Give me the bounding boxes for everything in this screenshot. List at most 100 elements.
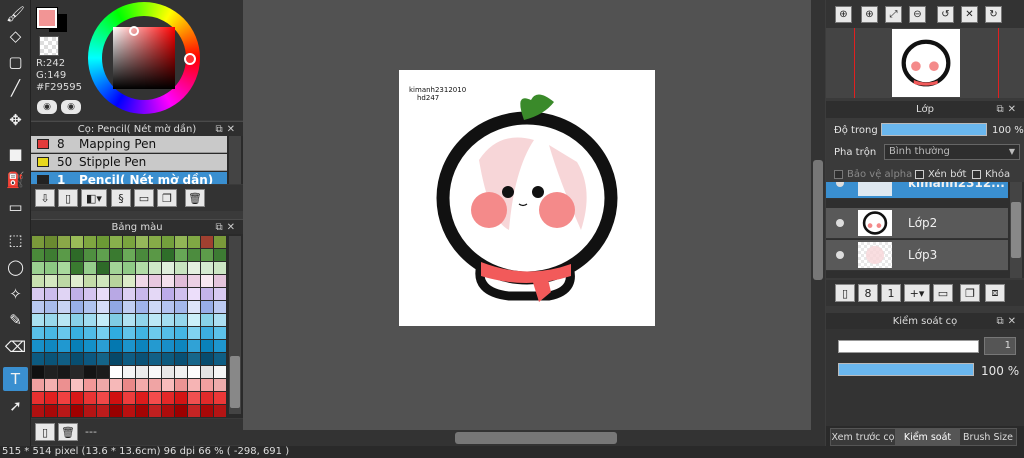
palette-swatch[interactable] [200,378,214,392]
palette-swatch[interactable] [200,261,214,275]
panel-controls-icon[interactable]: ⧉✕ [996,313,1020,330]
palette-swatch[interactable] [83,391,97,405]
palette-swatch[interactable] [161,404,175,418]
palette-swatch[interactable] [174,339,188,353]
bucket-tool-icon[interactable]: ⛽ [3,168,28,192]
palette-swatch[interactable] [109,287,123,301]
layer-item[interactable]: Lớp3 [826,240,1008,271]
blend-mode-select[interactable]: Bình thường ▼ [884,144,1020,160]
palette-swatch[interactable] [122,287,136,301]
palette-swatch[interactable] [148,326,162,340]
palette-swatch[interactable] [135,313,149,327]
palette-swatch[interactable] [96,236,110,249]
palette-swatch[interactable] [200,391,214,405]
palette-swatch[interactable] [96,326,110,340]
zoom-in-icon[interactable]: ⊕ [861,6,878,23]
brush-tool-icon[interactable]: 🖌 [3,2,28,26]
palette-swatch[interactable] [161,261,175,275]
palette-swatch[interactable] [57,404,71,418]
palette-swatch[interactable] [44,352,58,366]
new-brush-icon[interactable]: ▯ [58,189,78,207]
palette-swatch[interactable] [44,236,58,249]
palette-swatch[interactable] [148,248,162,262]
add-layer-dropdown-icon[interactable]: +▾ [904,284,930,302]
zoom-fit-icon[interactable]: ⊕ [835,6,852,23]
palette-swatch[interactable] [135,248,149,262]
palette-mode-icon[interactable]: ◉ [37,100,57,114]
saturation-value-square[interactable] [113,27,175,89]
palette-swatch[interactable] [200,236,214,249]
palette-swatch[interactable] [161,391,175,405]
visibility-icon[interactable] [836,182,844,187]
palette-swatch[interactable] [96,300,110,314]
palette-swatch[interactable] [70,236,84,249]
canvas-vertical-scrollbar[interactable] [811,0,825,446]
brush-settings-icon[interactable]: § [111,189,131,207]
palette-swatch[interactable] [174,274,188,288]
rect-select-tool-icon[interactable]: ⬚ [3,228,28,252]
palette-swatch[interactable] [57,326,71,340]
canvas-horizontal-scrollbar[interactable] [243,430,811,446]
palette-swatch[interactable] [213,326,227,340]
new-layer-1bit-icon[interactable]: 1 [881,284,901,302]
actual-size-icon[interactable]: ⤢ [885,6,902,23]
palette-swatch[interactable] [32,248,45,262]
brush-item-mapping-pen[interactable]: 8 Mapping Pen [31,136,227,153]
palette-swatch[interactable] [44,404,58,418]
move-tool-icon[interactable]: ✥ [3,108,28,132]
h-scroll-thumb[interactable] [455,432,617,444]
layer-list-scrollbar[interactable] [1010,182,1022,278]
lasso-tool-icon[interactable]: ◯ [3,255,28,279]
palette-swatch[interactable] [96,313,110,327]
palette-swatch[interactable] [187,339,201,353]
palette-swatch[interactable] [161,326,175,340]
palette-swatch[interactable] [200,313,214,327]
text-tool-icon[interactable]: T [3,367,28,391]
visibility-icon[interactable] [836,251,844,259]
palette-swatch[interactable] [187,300,201,314]
palette-swatch[interactable] [70,391,84,405]
panel-controls-icon[interactable]: ⧉✕ [215,122,239,137]
palette-swatch[interactable] [213,248,227,262]
palette-swatch[interactable] [109,274,123,288]
brush-delete-icon[interactable]: 🗑 [185,189,205,207]
palette-swatch[interactable] [213,365,227,379]
palette-swatch[interactable] [32,326,45,340]
brush-item-stipple-pen[interactable]: 50 Stipple Pen [31,154,227,171]
palette-swatch[interactable] [213,378,227,392]
palette-swatch[interactable] [174,378,188,392]
palette-swatch[interactable] [109,339,123,353]
palette-swatch[interactable] [109,404,123,418]
palette-swatch[interactable] [174,404,188,418]
palette-swatch[interactable] [161,248,175,262]
palette-swatch[interactable] [161,352,175,366]
palette-swatch[interactable] [44,339,58,353]
palette-swatch[interactable] [213,300,227,314]
palette-swatch[interactable] [122,326,136,340]
panel-controls-icon[interactable]: ⧉✕ [996,101,1020,118]
palette-swatch[interactable] [135,391,149,405]
palette-swatch[interactable] [161,300,175,314]
palette-swatch[interactable] [32,339,45,353]
palette-swatch[interactable] [174,248,188,262]
palette-swatch[interactable] [109,248,123,262]
brush-size-slider[interactable] [838,340,979,353]
brush-opacity-slider[interactable] [838,363,974,376]
palette-swatch[interactable] [57,300,71,314]
palette-swatch[interactable] [174,300,188,314]
palette-swatch[interactable] [32,313,45,327]
palette-swatch[interactable] [135,404,149,418]
palette-swatch[interactable] [83,300,97,314]
palette-swatch[interactable] [174,313,188,327]
palette-swatch[interactable] [83,378,97,392]
panel-controls-icon[interactable]: ⧉✕ [215,220,239,235]
palette-swatch[interactable] [135,300,149,314]
palette-swatch[interactable] [122,365,136,379]
palette-swatch[interactable] [122,352,136,366]
palette-scrollbar[interactable] [229,236,241,414]
palette-swatch[interactable] [187,274,201,288]
palette-swatch[interactable] [148,313,162,327]
palette-swatch[interactable] [187,391,201,405]
rotate-right-icon[interactable]: ↻ [985,6,1002,23]
palette-swatch[interactable] [32,365,45,379]
